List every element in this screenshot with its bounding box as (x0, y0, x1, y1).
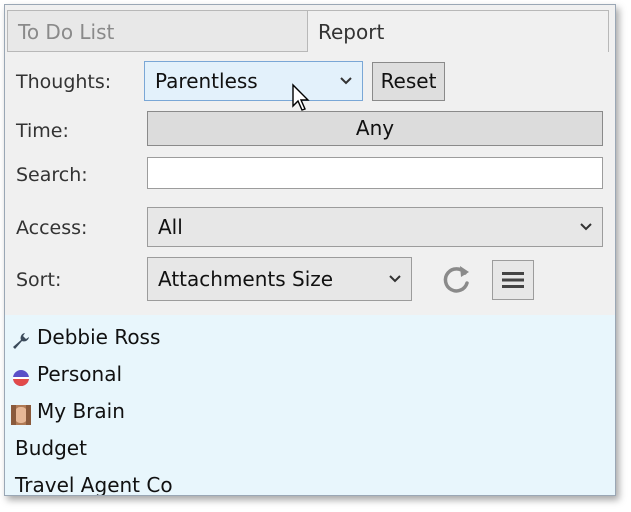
refresh-icon (443, 266, 469, 293)
access-label: Access: (16, 217, 88, 239)
tab-bar: To Do List Report (5, 5, 615, 53)
sort-dropdown-value: Attachments Size (158, 267, 334, 291)
wrench-icon (11, 327, 31, 349)
list-item[interactable]: My Brain (11, 394, 125, 428)
search-input[interactable] (147, 157, 603, 189)
list-item[interactable]: Debbie Ross (11, 320, 160, 354)
reset-button[interactable]: Reset (372, 62, 445, 101)
list-item-label: Budget (15, 436, 87, 460)
time-label: Time: (16, 120, 69, 142)
brain-avatar-icon (11, 401, 31, 425)
sort-label: Sort: (16, 269, 62, 291)
refresh-button[interactable] (439, 261, 475, 297)
menu-icon (502, 272, 524, 288)
chevron-down-icon (340, 62, 352, 115)
menu-button[interactable] (492, 260, 534, 300)
thought-list: Debbie Ross Personal My Brain Budget Tra… (5, 315, 615, 496)
tab-divider (7, 51, 307, 52)
chevron-down-icon (580, 208, 592, 261)
tab-report[interactable]: Report (307, 10, 609, 52)
access-dropdown[interactable]: All (147, 207, 603, 247)
access-dropdown-value: All (158, 215, 183, 239)
sort-dropdown[interactable]: Attachments Size (147, 257, 412, 301)
list-item-label: Travel Agent Co (15, 473, 173, 496)
list-item-label: Debbie Ross (37, 325, 161, 349)
search-label: Search: (16, 164, 88, 186)
personal-type-icon (11, 364, 31, 386)
tab-todo-list[interactable]: To Do List (7, 10, 307, 52)
thoughts-dropdown[interactable]: Parentless (144, 61, 363, 101)
thoughts-label: Thoughts: (16, 71, 112, 93)
list-item-label: Personal (37, 362, 123, 386)
thoughts-dropdown-value: Parentless (155, 69, 258, 93)
report-panel: To Do List Report Thoughts: Parentless R… (4, 4, 616, 496)
list-item[interactable]: Personal (11, 357, 122, 391)
list-item[interactable]: Budget (15, 431, 87, 465)
list-item[interactable]: Travel Agent Co (15, 468, 173, 496)
chevron-down-icon (389, 258, 401, 317)
mouse-cursor-icon (292, 83, 310, 111)
list-item-label: My Brain (37, 399, 125, 423)
time-selector[interactable]: Any (147, 111, 603, 146)
